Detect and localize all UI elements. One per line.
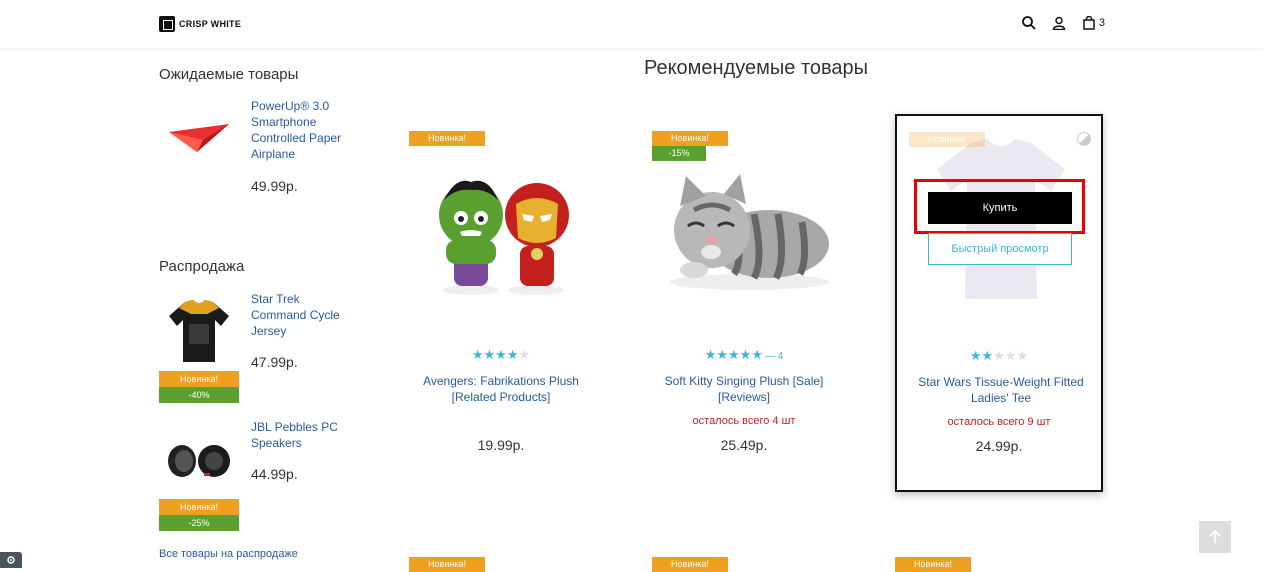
product-card[interactable]: Новинка! -15% ★★★★★ — 4 Soft Kitty Singin…	[640, 115, 848, 493]
awaited-title: Ожидаемые товары	[159, 66, 299, 83]
product-name[interactable]: Avengers: Fabrikations Plush [Related Pr…	[413, 373, 589, 405]
new-badge: Новинка!	[409, 131, 485, 146]
star-icon: ★	[471, 347, 484, 362]
star-icon: ★	[495, 347, 507, 362]
sale-item-name[interactable]: JBL Pebbles PC Speakers	[251, 419, 351, 451]
new-badge: Новинка!	[409, 557, 485, 572]
discount-badge: -25%	[159, 515, 239, 531]
all-sale-link[interactable]: Все товары на распродаже	[159, 548, 298, 560]
star-icon: ★	[1004, 348, 1017, 363]
product-name[interactable]: Soft Kitty Singing Plush [Sale] [Reviews…	[656, 373, 832, 405]
rating-stars: ★★★★★ — 4	[640, 347, 848, 363]
star-icon: ★	[1016, 348, 1029, 363]
cart-button[interactable]: 3	[1081, 14, 1105, 32]
sale-item: Новинка! -40% Star Trek Command Cycle Je…	[159, 291, 379, 405]
user-icon[interactable]	[1051, 14, 1067, 32]
star-icon: ★	[728, 347, 740, 362]
star-icon: ★	[716, 347, 728, 362]
logo-icon	[159, 16, 175, 32]
avengers-plush-image[interactable]	[411, 155, 591, 315]
sale-item-price: 47.99р.	[251, 354, 298, 370]
product-price: 25.49р.	[720, 437, 768, 453]
gear-icon	[7, 556, 15, 564]
star-icon: ★	[739, 347, 752, 362]
star-icon: ★	[518, 347, 531, 362]
sale-title: Распродажа	[159, 258, 245, 275]
product-price: 24.99р.	[975, 438, 1023, 454]
discount-badge: -40%	[159, 387, 239, 403]
star-icon: ★	[993, 348, 1005, 363]
new-badge: Новинка!	[159, 499, 239, 515]
star-icon: ★	[483, 347, 496, 362]
new-badge: Новинка!	[652, 557, 728, 572]
star-icon: ★	[969, 348, 982, 363]
new-badge: Новинка!	[159, 371, 239, 387]
stock-status: осталось всего 9 шт	[947, 416, 1051, 428]
paper-airplane-image[interactable]	[159, 98, 239, 178]
product-price: 19.99р.	[477, 437, 525, 453]
arrow-up-icon	[1209, 530, 1221, 543]
awaited-item-price: 49.99р.	[251, 178, 298, 194]
rating-stars: ★★★★★	[397, 347, 605, 363]
star-icon: ★	[981, 348, 994, 363]
search-icon[interactable]	[1021, 14, 1037, 32]
new-badge: Новинка!	[652, 131, 728, 146]
quick-view-button[interactable]: Быстрый просмотр	[928, 233, 1072, 265]
star-icon: ★	[506, 347, 519, 362]
review-count[interactable]: — 4	[765, 351, 783, 362]
new-badge: Новинка!	[895, 557, 971, 572]
bag-icon	[1081, 14, 1097, 32]
rating-stars: ★★★★★	[897, 348, 1101, 364]
star-icon: ★	[751, 347, 763, 362]
logo[interactable]: CRISP WHITE	[159, 16, 241, 32]
page-title: Рекомендуемые товары	[644, 57, 869, 79]
settings-gear-button[interactable]	[0, 552, 22, 568]
sale-item: Новинка! -25% JBL Pebbles PC Speakers 44…	[159, 419, 379, 533]
star-icon: ★	[704, 347, 717, 362]
stock-status: осталось всего 4 шт	[692, 415, 796, 427]
speakers-image[interactable]	[159, 419, 239, 499]
product-card[interactable]: Новинка! Купить Быстрый просмотр ★★★★★ S…	[895, 114, 1103, 492]
site-header: CRISP WHITE 3	[0, 0, 1263, 48]
sale-item-price: 44.99р.	[251, 466, 298, 482]
jersey-image[interactable]	[159, 291, 239, 371]
logo-text: CRISP WHITE	[179, 19, 242, 29]
cart-count: 3	[1098, 17, 1105, 29]
buy-button[interactable]: Купить	[928, 192, 1072, 224]
discount-badge: -15%	[652, 146, 706, 161]
awaited-item-name[interactable]: PowerUp® 3.0 Smartphone Controlled Paper…	[251, 98, 351, 162]
scroll-to-top-button[interactable]	[1199, 521, 1231, 553]
sale-item-name[interactable]: Star Trek Command Cycle Jersey	[251, 291, 351, 339]
new-badge: Новинка!	[909, 132, 985, 147]
product-name[interactable]: Star Wars Tissue-Weight Fitted Ladies' T…	[913, 374, 1089, 406]
awaited-item: PowerUp® 3.0 Smartphone Controlled Paper…	[159, 98, 379, 198]
product-card[interactable]: Новинка! ★★★★★ Avengers: Fabrikations Pl…	[397, 115, 605, 493]
soft-kitty-image[interactable]	[654, 155, 834, 315]
